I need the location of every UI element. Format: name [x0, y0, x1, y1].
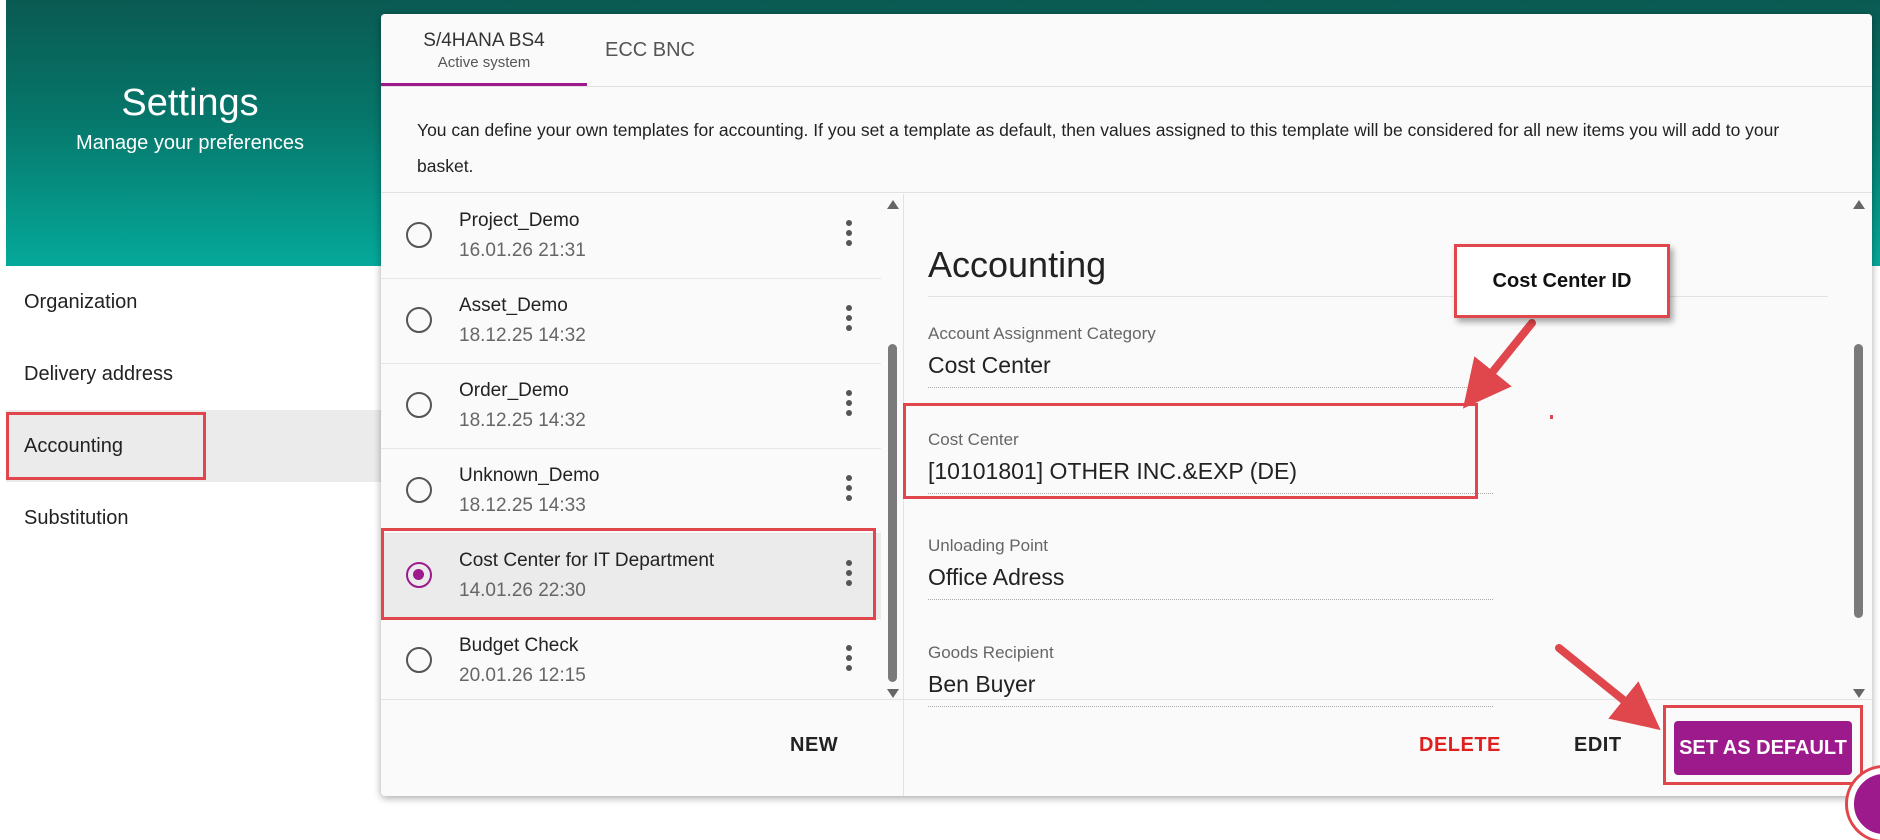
arrow-to-cost-center	[1462, 319, 1536, 409]
arrow-to-default-button	[1555, 644, 1661, 731]
annotation-arrows	[1462, 319, 1661, 731]
callout-cost-center-id: Cost Center ID	[1454, 244, 1670, 318]
